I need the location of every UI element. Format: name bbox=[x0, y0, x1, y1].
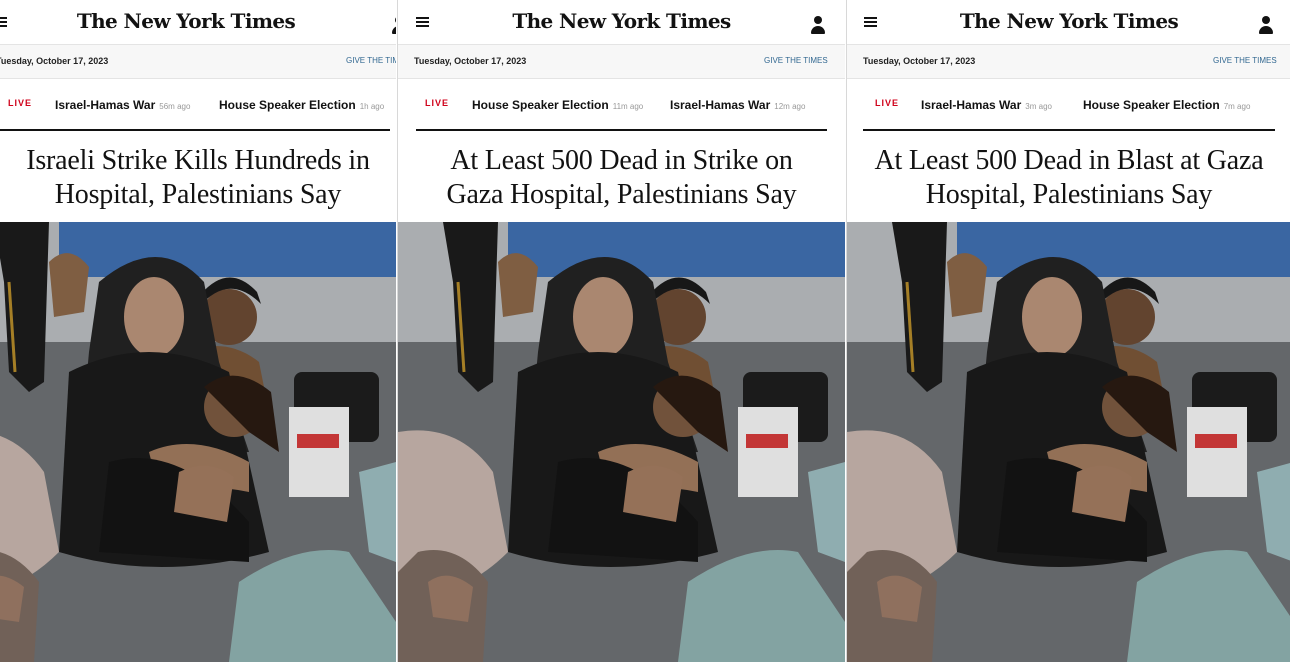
headline-line-2: Hospital, Palestinians Say bbox=[54, 179, 342, 210]
nyt-screenshot-panel-1: The New York Times Tuesday, October 17, … bbox=[0, 0, 396, 662]
live-link-ago: 11m ago bbox=[612, 102, 644, 111]
photo-illustration bbox=[847, 222, 1290, 662]
live-link-title: House Speaker Election bbox=[219, 98, 356, 112]
headline-line-1: Israeli Strike Kills Hundreds in bbox=[26, 145, 370, 176]
headline-line-1: At Least 500 Dead in Blast at Gaza bbox=[874, 145, 1264, 176]
masthead-bar: The New York Times bbox=[847, 0, 1290, 44]
live-link-house-speaker-election[interactable]: House Speaker Election 11m ago bbox=[472, 96, 643, 114]
live-link-ago: 12m ago bbox=[774, 102, 806, 111]
headline[interactable]: Israeli Strike Kills Hundreds in Hospita… bbox=[4, 144, 392, 212]
live-link-ago: 3m ago bbox=[1025, 102, 1052, 111]
give-the-times-link[interactable]: GIVE THE TIMES bbox=[1213, 56, 1277, 65]
section-rule bbox=[416, 129, 827, 131]
live-link-title: Israel-Hamas War bbox=[921, 98, 1022, 112]
live-link-title: Israel-Hamas War bbox=[55, 98, 156, 112]
live-link-house-speaker-election[interactable]: House Speaker Election 7m ago bbox=[1083, 96, 1250, 114]
date-bar: Tuesday, October 17, 2023 GIVE THE TIMES bbox=[847, 44, 1290, 79]
headline-line-1: At Least 500 Dead in Strike on bbox=[450, 145, 793, 176]
photo-illustration bbox=[398, 222, 845, 662]
live-link-israel-hamas-war[interactable]: Israel-Hamas War 3m ago bbox=[921, 96, 1052, 114]
date-bar: Tuesday, October 17, 2023 GIVE THE TIMES bbox=[398, 44, 845, 79]
headline-line-2: Hospital, Palestinians Say bbox=[925, 179, 1213, 210]
headline[interactable]: At Least 500 Dead in Blast at Gaza Hospi… bbox=[851, 144, 1287, 212]
date-label: Tuesday, October 17, 2023 bbox=[863, 56, 976, 66]
masthead-bar: The New York Times bbox=[398, 0, 845, 44]
photo-illustration bbox=[0, 222, 396, 662]
nyt-logo[interactable]: The New York Times bbox=[847, 9, 1290, 33]
section-rule bbox=[0, 129, 390, 131]
section-rule bbox=[863, 129, 1275, 131]
lead-photo[interactable] bbox=[398, 222, 845, 662]
live-link-ago: 56m ago bbox=[159, 102, 191, 111]
lead-photo[interactable] bbox=[0, 222, 396, 662]
headline[interactable]: At Least 500 Dead in Strike on Gaza Hosp… bbox=[406, 144, 837, 212]
live-link-title: House Speaker Election bbox=[472, 98, 609, 112]
account-icon[interactable] bbox=[392, 16, 396, 35]
date-label: Tuesday, October 17, 2023 bbox=[0, 56, 109, 66]
live-link-israel-hamas-war[interactable]: Israel-Hamas War 12m ago bbox=[670, 96, 805, 114]
live-link-title: House Speaker Election bbox=[1083, 98, 1220, 112]
nyt-screenshot-panel-2: The New York Times Tuesday, October 17, … bbox=[397, 0, 845, 662]
nyt-screenshot-panel-3: The New York Times Tuesday, October 17, … bbox=[846, 0, 1290, 662]
live-bar: LIVE Israel-Hamas War 3m ago House Speake… bbox=[847, 78, 1290, 128]
headline-line-2: Gaza Hospital, Palestinians Say bbox=[446, 179, 797, 210]
account-icon[interactable] bbox=[811, 16, 825, 35]
give-the-times-link[interactable]: GIVE THE TIMES bbox=[764, 56, 828, 65]
live-link-ago: 1h ago bbox=[359, 102, 385, 111]
live-label: LIVE bbox=[425, 98, 450, 108]
live-link-israel-hamas-war[interactable]: Israel-Hamas War 56m ago bbox=[55, 96, 190, 114]
nyt-logo[interactable]: The New York Times bbox=[398, 9, 845, 33]
date-bar: Tuesday, October 17, 2023 GIVE THE TIMES bbox=[0, 44, 396, 79]
account-icon[interactable] bbox=[1259, 16, 1273, 35]
nyt-logo[interactable]: The New York Times bbox=[0, 9, 396, 33]
live-link-ago: 7m ago bbox=[1223, 102, 1251, 111]
live-link-house-speaker-election[interactable]: House Speaker Election 1h ago bbox=[219, 96, 384, 114]
live-label: LIVE bbox=[8, 98, 33, 108]
live-bar: LIVE House Speaker Election 11m ago Israe… bbox=[398, 78, 845, 128]
date-label: Tuesday, October 17, 2023 bbox=[414, 56, 527, 66]
lead-photo[interactable] bbox=[847, 222, 1290, 662]
give-the-times-link[interactable]: GIVE THE TIMES bbox=[346, 56, 396, 65]
live-link-title: Israel-Hamas War bbox=[670, 98, 771, 112]
masthead-bar: The New York Times bbox=[0, 0, 396, 44]
live-bar: LIVE Israel-Hamas War 56m ago House Speak… bbox=[0, 78, 396, 128]
live-label: LIVE bbox=[875, 98, 900, 108]
